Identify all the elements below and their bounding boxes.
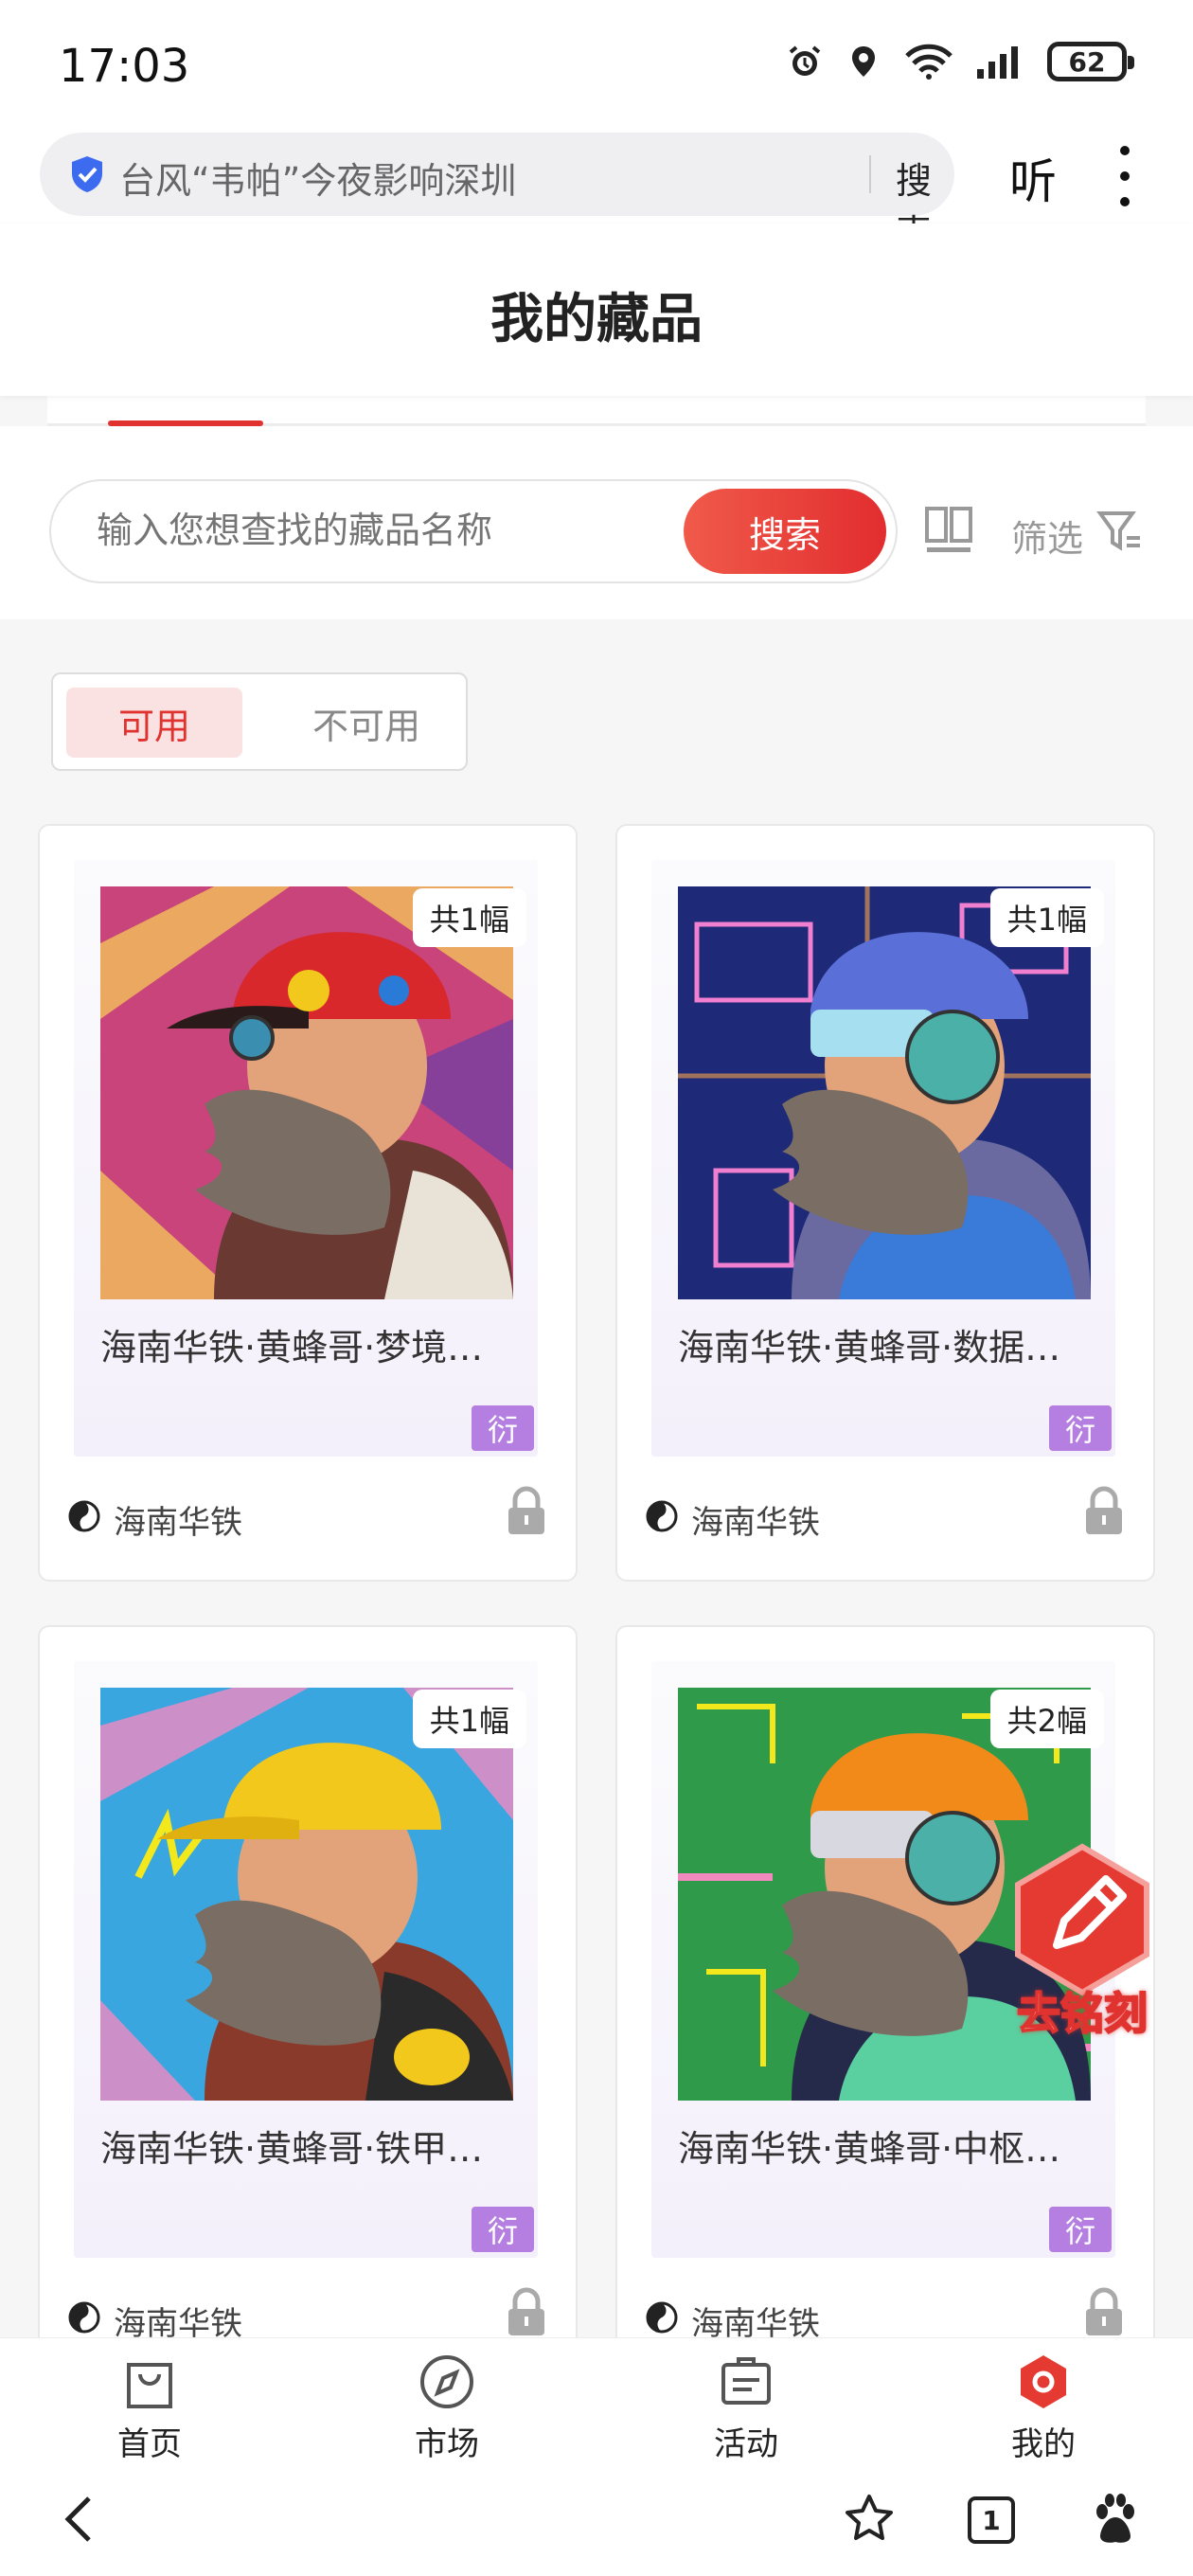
search-area: 搜索 筛选 (0, 426, 1193, 619)
nav-home[interactable]: 首页 (64, 2346, 235, 2463)
issuer-logo-icon (68, 2301, 100, 2334)
listen-button[interactable]: 听 (1009, 144, 1057, 212)
lock-icon (508, 2287, 544, 2335)
filter-label[interactable]: 筛选 (1011, 510, 1083, 562)
nav-activity[interactable]: 活动 (661, 2346, 831, 2463)
derivative-tag: 衍 (1049, 2207, 1112, 2252)
back-icon[interactable] (53, 2491, 110, 2548)
available-tab[interactable]: 可用 (66, 688, 242, 758)
wifi-icon (905, 44, 953, 80)
lock-icon (508, 1486, 544, 1534)
address-divider (869, 155, 871, 193)
collectible-name: 海南华铁·黄蜂哥·中枢… (678, 2128, 1061, 2170)
signal-icon (977, 46, 1018, 79)
bottom-nav: 首页 市场 活动 我的 (0, 2337, 1193, 2463)
nav-label: 我的 (1011, 2425, 1076, 2463)
page-header: 我的藏品 (0, 224, 1193, 396)
issuer-logo-icon (68, 1500, 100, 1532)
address-text: 台风“韦帕”今夜影响深圳 (119, 160, 517, 202)
nav-label: 活动 (714, 2425, 778, 2463)
collectible-image (678, 886, 1091, 1299)
lock-icon (1086, 2287, 1122, 2335)
paw-icon[interactable] (1087, 2491, 1144, 2548)
category-tabs (47, 396, 1146, 426)
engrave-label: 去铭刻 (1016, 1987, 1148, 2040)
status-time: 17:03 (59, 40, 190, 93)
count-badge: 共1幅 (989, 888, 1104, 947)
card-frame: 共1幅 海南华铁·黄蜂哥·数据… 衍 (651, 860, 1115, 1457)
engrave-pen-icon (1015, 1843, 1149, 1996)
lock-icon (1086, 1486, 1122, 1534)
search-field: 搜索 (49, 479, 898, 583)
star-icon[interactable] (841, 2491, 898, 2548)
shield-icon (72, 156, 102, 192)
engrave-button[interactable]: 去铭刻 (1002, 1839, 1163, 2040)
compass-icon (420, 2355, 473, 2408)
clipboard-icon (721, 2357, 771, 2405)
derivative-tag: 衍 (472, 1405, 534, 1451)
issuer-name: 海南华铁 (114, 1504, 242, 1542)
more-menu-icon[interactable] (1113, 146, 1136, 206)
count-badge: 共1幅 (412, 888, 526, 947)
card-frame: 共1幅 海南华铁·黄蜂哥·梦境… 衍 (74, 860, 538, 1457)
collection-card[interactable]: 共1幅 海南华铁·黄蜂哥·梦境… 衍 海南华铁 (38, 824, 578, 1582)
browser-bar: 台风“韦帕”今夜影响深圳 搜索 听 (0, 133, 1193, 254)
bag-icon (127, 2363, 172, 2408)
collectible-image (100, 886, 513, 1299)
status-icons: 62 (786, 42, 1134, 81)
tabs-button[interactable]: 1 (968, 2496, 1015, 2544)
status-bar: 17:03 62 (0, 0, 1193, 133)
count-badge: 共2幅 (989, 1690, 1104, 1748)
nav-market[interactable]: 市场 (362, 2346, 532, 2463)
nav-label: 首页 (117, 2425, 182, 2463)
profile-icon (1021, 2355, 1066, 2408)
availability-toggle: 可用 不可用 (51, 672, 468, 771)
nav-mine[interactable]: 我的 (958, 2346, 1129, 2463)
derivative-tag: 衍 (1049, 1405, 1112, 1451)
collectible-name: 海南华铁·黄蜂哥·数据… (678, 1327, 1061, 1368)
search-button[interactable]: 搜索 (684, 489, 886, 574)
browser-nav: 1 (0, 2462, 1193, 2576)
collectible-name: 海南华铁·黄蜂哥·梦境… (100, 1327, 484, 1368)
alarm-icon (789, 45, 821, 76)
collection-card[interactable]: 共1幅 海南华铁·黄蜂哥·数据… 衍 海南华铁 (615, 824, 1155, 1582)
layout-toggle-icon[interactable] (924, 506, 973, 557)
collection-card[interactable]: 共1幅 海南华铁·黄蜂哥·铁甲… 衍 海南华铁 (38, 1625, 578, 2383)
count-badge: 共1幅 (412, 1690, 526, 1748)
address-bar[interactable]: 台风“韦帕”今夜影响深圳 搜索 (40, 133, 954, 254)
battery-indicator: 62 (1047, 42, 1134, 81)
location-icon (852, 46, 875, 77)
nav-label: 市场 (415, 2425, 479, 2463)
card-frame: 共1幅 海南华铁·黄蜂哥·铁甲… 衍 (74, 1661, 538, 2258)
collectible-name: 海南华铁·黄蜂哥·铁甲… (100, 2128, 484, 2170)
collectible-image (100, 1688, 513, 2101)
page-title: 我的藏品 (490, 289, 703, 350)
issuer-name: 海南华铁 (691, 1504, 820, 1542)
search-input[interactable] (97, 510, 627, 551)
issuer-logo-icon (646, 1500, 678, 1532)
unavailable-tab[interactable]: 不可用 (276, 688, 456, 758)
filter-icon[interactable] (1096, 508, 1144, 555)
derivative-tag: 衍 (472, 2207, 534, 2252)
issuer-logo-icon (646, 2301, 678, 2334)
